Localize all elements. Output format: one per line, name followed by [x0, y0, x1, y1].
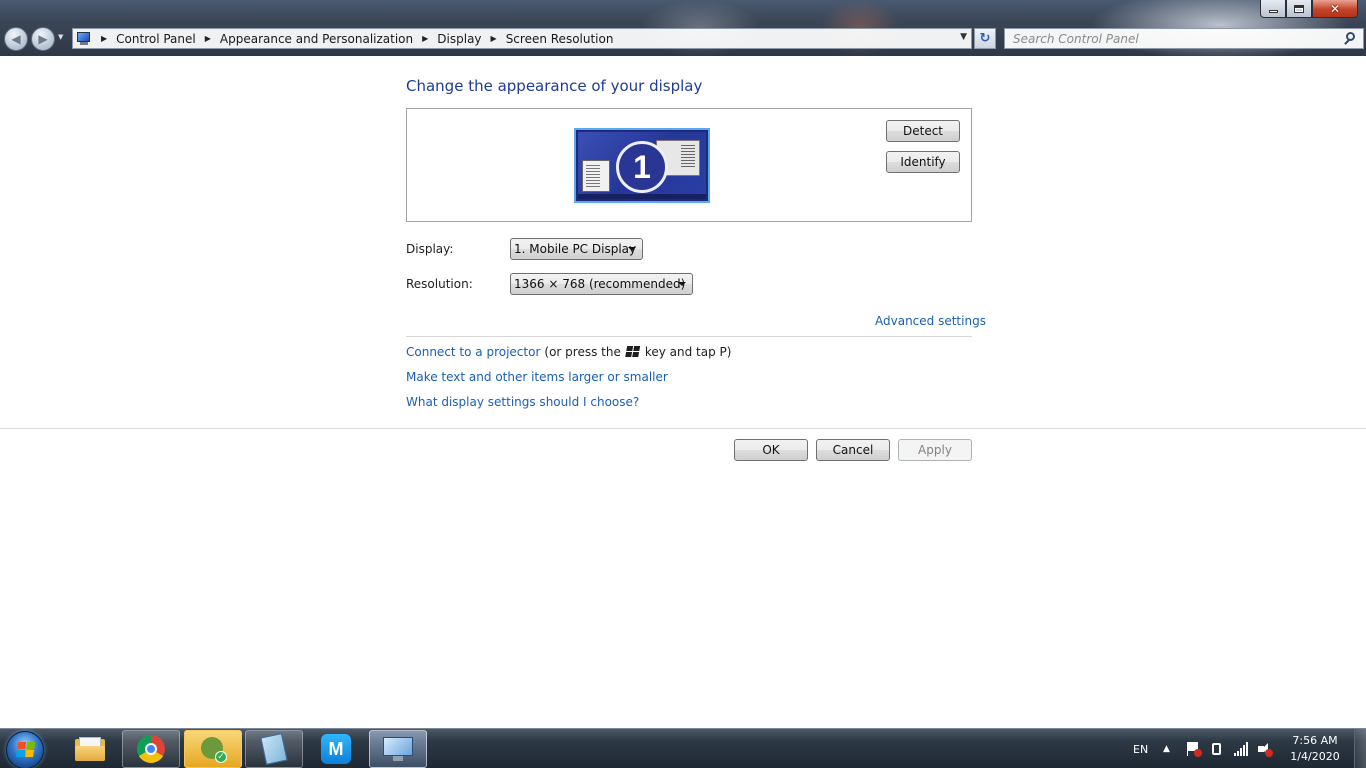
page-title: Change the appearance of your display	[406, 77, 703, 95]
minimize-button[interactable]	[1260, 0, 1286, 18]
monitor-arrangement-panel: 1 Detect Identify	[406, 108, 972, 222]
search-icon[interactable]	[1343, 32, 1357, 46]
detect-button[interactable]: Detect	[886, 120, 960, 142]
cancel-button[interactable]: Cancel	[816, 439, 890, 461]
dropdown-arrow-icon	[678, 282, 686, 286]
taskbar-windows-explorer[interactable]	[61, 730, 119, 768]
apply-button[interactable]: Apply	[898, 439, 972, 461]
windows-key-icon	[625, 345, 641, 359]
taskbar-google-chrome[interactable]	[122, 730, 180, 768]
dropdown-arrow-icon	[628, 247, 636, 251]
show-desktop-button[interactable]	[1354, 729, 1366, 768]
notepad-icon	[260, 733, 288, 765]
minimize-icon	[1268, 10, 1278, 13]
arrow-left-icon: ◀	[11, 32, 21, 46]
monitor-1-thumbnail[interactable]: 1	[574, 128, 710, 203]
search-box[interactable]	[1004, 28, 1364, 49]
back-button[interactable]: ◀	[4, 27, 28, 51]
display-settings-icon	[383, 737, 413, 761]
display-select-value: 1. Mobile PC Display	[514, 242, 637, 256]
restore-icon	[1294, 4, 1304, 13]
breadcrumb-label: Control Panel	[116, 31, 196, 46]
text-size-link[interactable]: Make text and other items larger or smal…	[406, 370, 668, 384]
refresh-button[interactable]: ↻	[974, 28, 996, 49]
display-help-link[interactable]: What display settings should I choose?	[406, 395, 639, 409]
ok-button[interactable]: OK	[734, 439, 808, 461]
breadcrumb-display[interactable]: Display ▶	[437, 32, 505, 46]
identify-button[interactable]: Identify	[886, 151, 960, 173]
chrome-icon	[137, 735, 165, 763]
connect-projector-link[interactable]: Connect to a projector	[406, 345, 540, 359]
divider	[0, 428, 1366, 429]
projector-hint-text: (or press the	[544, 345, 621, 359]
folder-icon	[75, 737, 105, 761]
forward-button[interactable]: ▶	[31, 27, 55, 51]
resolution-select[interactable]: 1366 × 768 (recommended)	[510, 273, 693, 295]
content-area: Change the appearance of your display 1 …	[0, 56, 1366, 728]
taskbar-notepad-app[interactable]	[245, 730, 303, 768]
windows-logo-icon	[16, 742, 36, 759]
power-icon[interactable]	[1209, 742, 1225, 756]
control-panel-icon	[76, 31, 92, 46]
chevron-up-icon: ▲	[1163, 744, 1170, 754]
taskbar: ✓ M EN ▲ 7:56 AM 1/4/2020	[0, 728, 1366, 768]
taskbar-m-app[interactable]: M	[307, 730, 365, 768]
divider	[406, 336, 972, 337]
network-signal-icon[interactable]	[1233, 742, 1249, 756]
recent-pages-dropdown[interactable]: ▼	[58, 33, 63, 41]
close-icon: ✕	[1329, 1, 1341, 16]
chevron-right-icon[interactable]: ▶	[205, 34, 211, 43]
window-controls: ✕	[1260, 0, 1358, 19]
breadcrumb-screen-resolution[interactable]: Screen Resolution	[506, 32, 614, 46]
monitor-taskbar-strip	[578, 194, 706, 199]
clock-time: 7:56 AM	[1292, 734, 1338, 747]
show-hidden-icons-button[interactable]: ▲	[1163, 729, 1170, 768]
breadcrumb-label: Screen Resolution	[505, 31, 614, 46]
chevron-right-icon[interactable]: ▶	[491, 34, 497, 43]
display-label: Display:	[406, 242, 454, 256]
monitor-number-badge: 1	[616, 141, 668, 193]
clock[interactable]: 7:56 AM 1/4/2020	[1284, 733, 1346, 765]
breadcrumb-label: Display	[437, 31, 482, 46]
close-button[interactable]: ✕	[1312, 0, 1358, 18]
maximize-button[interactable]	[1286, 0, 1312, 18]
start-button[interactable]	[6, 731, 44, 768]
clock-date: 1/4/2020	[1290, 750, 1340, 763]
volume-muted-icon[interactable]	[1257, 742, 1273, 757]
display-select[interactable]: 1. Mobile PC Display	[510, 238, 643, 260]
address-history-dropdown[interactable]: ▼	[960, 32, 967, 42]
breadcrumb-label: Appearance and Personalization	[219, 31, 414, 46]
action-center-icon[interactable]	[1185, 742, 1202, 757]
taskbar-android-app[interactable]: ✓	[184, 730, 242, 768]
resolution-select-value: 1366 × 768 (recommended)	[514, 277, 686, 291]
window-title-bar: ✕ ◀ ▶ ▼ ▶ Control Panel ▶ Appearance and …	[0, 0, 1366, 56]
language-indicator[interactable]: EN	[1133, 729, 1148, 768]
chevron-right-icon[interactable]: ▶	[422, 34, 428, 43]
address-bar[interactable]: ▶ Control Panel ▶ Appearance and Personal…	[72, 28, 972, 49]
breadcrumb-appearance[interactable]: Appearance and Personalization ▶	[220, 32, 437, 46]
android-icon: ✓	[199, 735, 227, 763]
window-thumbnail	[582, 160, 610, 192]
breadcrumb-control-panel[interactable]: Control Panel ▶	[116, 32, 220, 46]
projector-hint-text-end: key and tap P)	[644, 345, 732, 359]
breadcrumb-separator[interactable]: ▶	[98, 34, 116, 43]
arrow-right-icon: ▶	[38, 32, 48, 46]
projector-row: Connect to a projector (or press the key…	[406, 345, 731, 359]
refresh-icon: ↻	[979, 31, 991, 46]
resolution-label: Resolution:	[406, 277, 473, 291]
advanced-settings-link[interactable]: Advanced settings	[875, 314, 986, 328]
m-app-icon: M	[321, 734, 351, 764]
search-input[interactable]	[1013, 31, 1333, 46]
taskbar-screen-resolution[interactable]	[369, 730, 427, 768]
